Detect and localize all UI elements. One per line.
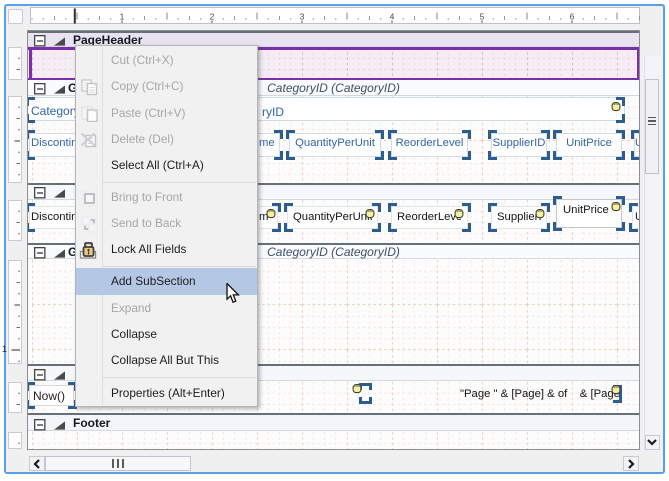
svg-text:6: 6 bbox=[570, 12, 575, 22]
svg-text:1: 1 bbox=[120, 12, 125, 22]
svg-text:4: 4 bbox=[390, 12, 395, 22]
svg-text:3: 3 bbox=[300, 12, 305, 22]
svg-text:2: 2 bbox=[210, 12, 215, 22]
svg-text:5: 5 bbox=[480, 12, 485, 22]
